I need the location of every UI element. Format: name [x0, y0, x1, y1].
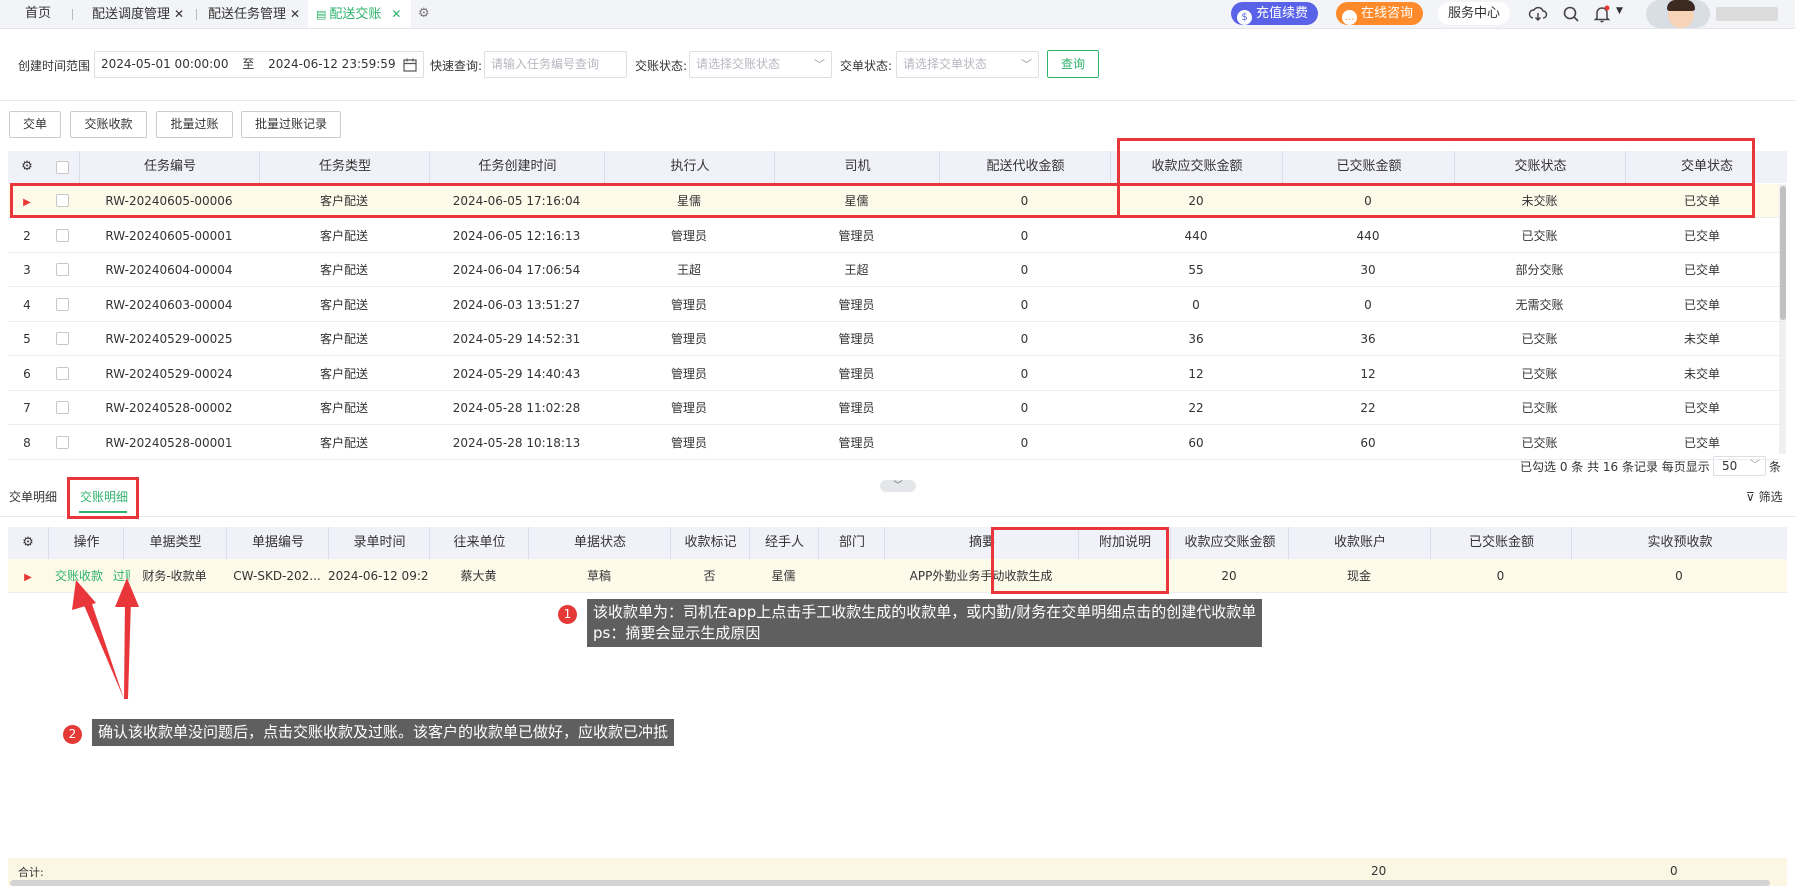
horizontal-scrollbar[interactable] [10, 880, 1770, 886]
annotation-arrows [72, 578, 139, 699]
arrow-to-post [124, 600, 131, 699]
arrowhead-post [115, 578, 139, 607]
